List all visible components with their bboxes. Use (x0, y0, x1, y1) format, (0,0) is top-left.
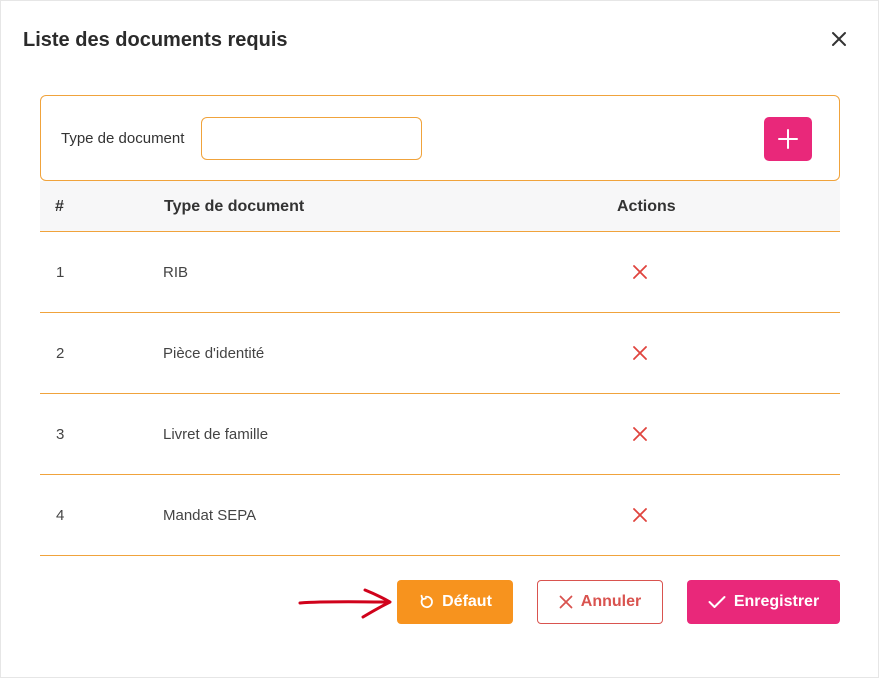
cancel-x-icon (559, 595, 573, 609)
row-document-type: RIB (163, 264, 189, 281)
delete-x-icon[interactable] (632, 426, 648, 442)
plus-icon (778, 129, 798, 149)
close-icon[interactable] (827, 27, 851, 51)
header-index: # (55, 198, 64, 215)
row-index: 2 (56, 345, 65, 362)
table-row: 1 RIB (40, 232, 840, 313)
save-button[interactable]: Enregistrer (687, 580, 840, 624)
add-document-button[interactable] (764, 117, 812, 161)
reset-icon (420, 594, 433, 609)
check-icon (708, 596, 726, 608)
table-header: # Type de document Actions (40, 181, 840, 232)
table-row: 3 Livret de famille (40, 394, 840, 475)
row-document-type: Mandat SEPA (163, 507, 257, 524)
default-button[interactable]: Défaut (397, 580, 513, 624)
modal-dialog: Liste des documents requis Type de docum… (0, 0, 879, 678)
row-index: 3 (56, 426, 65, 443)
row-index: 1 (56, 264, 65, 281)
delete-x-icon[interactable] (632, 507, 648, 523)
cancel-button-label: Annuler (580, 593, 642, 610)
table-row: 2 Pièce d'identité (40, 313, 840, 394)
dialog-title: Liste des documents requis (23, 29, 288, 51)
header-actions: Actions (617, 198, 676, 215)
row-index: 4 (56, 507, 65, 524)
annotation-arrow (298, 588, 392, 619)
row-document-type: Pièce d'identité (163, 345, 265, 362)
delete-x-icon[interactable] (632, 345, 648, 361)
filter-panel: Type de document (40, 95, 840, 181)
save-button-label: Enregistrer (733, 593, 820, 610)
table-row: 4 Mandat SEPA (40, 475, 840, 556)
header-document-type: Type de document (164, 198, 305, 215)
cancel-button[interactable]: Annuler (537, 580, 663, 624)
document-type-input[interactable] (201, 117, 422, 160)
delete-x-icon[interactable] (632, 264, 648, 280)
default-button-label: Défaut (442, 593, 492, 610)
filter-label: Type de document (61, 130, 185, 147)
row-document-type: Livret de famille (163, 426, 269, 443)
